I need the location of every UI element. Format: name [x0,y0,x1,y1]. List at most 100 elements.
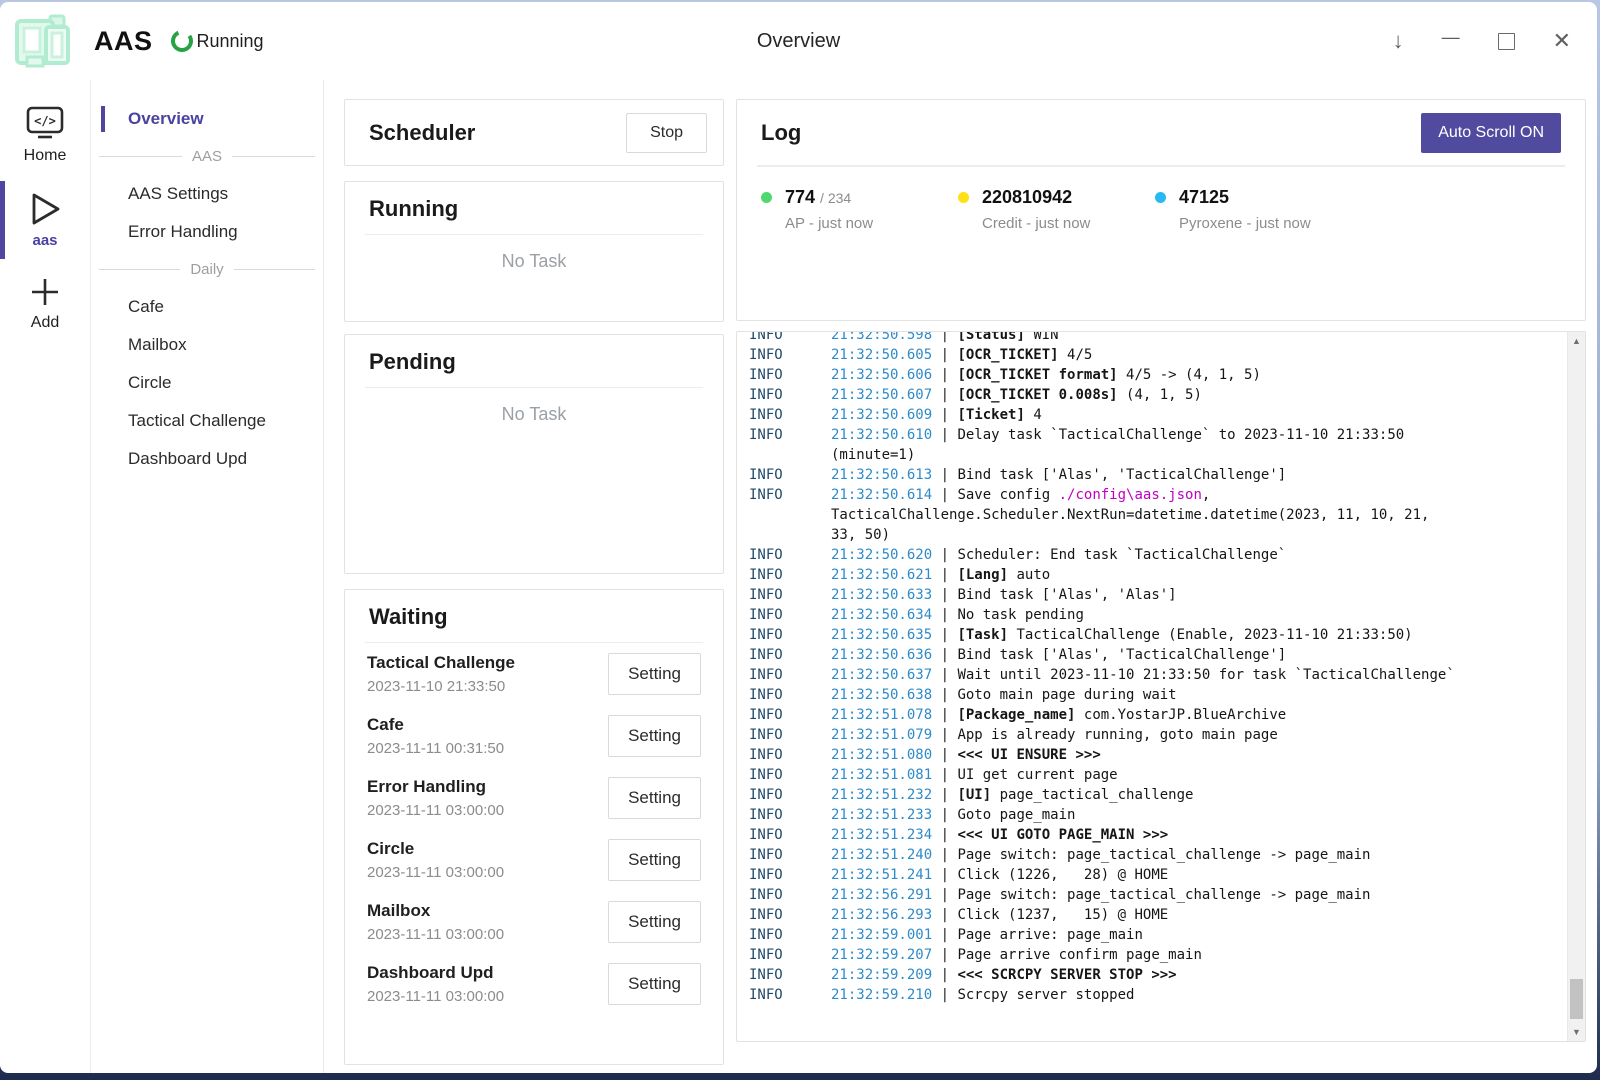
content: Scheduler Stop Running No Task Pending N… [324,80,1597,1073]
download-update-icon[interactable]: ↓ [1393,30,1404,52]
rail-item-aas[interactable]: aas [0,185,90,255]
log-separator: | [932,767,957,783]
log-message: 21:32:59.207 | Page arrive confirm page_… [831,945,1555,965]
scroll-down-icon[interactable]: ▼ [1568,1023,1585,1041]
log-timestamp: 21:32:50.635 [831,627,932,643]
sidebar-item-overview[interactable]: Overview [91,100,323,138]
log-title: Log [761,120,801,146]
log-separator: | [932,967,957,983]
log-line: INFO21:32:50.637 | Wait until 2023-11-10… [749,665,1555,685]
waiting-task-time: 2023-11-11 00:31:50 [367,740,504,757]
setting-button[interactable]: Setting [608,839,701,881]
log-timestamp: 21:32:56.291 [831,887,932,903]
resource-dot-icon [958,192,969,203]
resource-value-row: 220810942 [958,187,1155,208]
setting-button[interactable]: Setting [608,777,701,819]
setting-button[interactable]: Setting [608,963,701,1005]
waiting-task-info: Circle2023-11-11 03:00:00 [367,839,504,881]
log-level: INFO [749,585,831,605]
log-level: INFO [749,331,831,345]
log-separator: | [932,487,957,503]
sidebar-item-circle[interactable]: Circle [91,364,323,402]
sidebar-item-cafe[interactable]: Cafe [91,288,323,326]
log-timestamp: 21:32:51.232 [831,787,932,803]
running-spinner-icon [163,23,199,59]
log-line: INFO21:32:50.613 | Bind task ['Alas', 'T… [749,465,1555,485]
log-separator: | [932,887,957,903]
log-line: 33, 50) [749,525,1555,545]
minimize-icon[interactable]: — [1442,28,1460,46]
sidebar-item-tactical-challenge[interactable]: Tactical Challenge [91,402,323,440]
log-message: 21:32:50.610 | Delay task `TacticalChall… [831,425,1555,445]
log-line: INFO21:32:50.636 | Bind task ['Alas', 'T… [749,645,1555,665]
pending-empty-text: No Task [365,388,703,425]
log-level: INFO [749,685,831,705]
rail-item-home[interactable]: </> Home [0,98,90,171]
resource-value: 47125 [1179,187,1229,208]
log-separator: | [932,867,957,883]
svg-text:</>: </> [34,114,56,128]
log-message: 21:32:50.638 | Goto main page during wai… [831,685,1555,705]
log-timestamp: 21:32:50.606 [831,367,932,383]
log-message: 21:32:50.635 | [Task] TacticalChallenge … [831,625,1555,645]
log-level: INFO [749,645,831,665]
log-column: Log Auto Scroll ON 774/ 234AP - just now… [736,99,1586,1065]
log-timestamp: 21:32:50.621 [831,567,932,583]
log-timestamp: 21:32:50.607 [831,387,932,403]
waiting-task-time: 2023-11-11 03:00:00 [367,926,504,943]
pending-card: Pending No Task [344,334,724,574]
log-separator: | [932,827,957,843]
scrollbar-thumb[interactable] [1570,979,1583,1019]
log-message: (minute=1) [831,445,1555,465]
log-separator: | [932,367,957,383]
maximize-icon[interactable] [1498,33,1515,50]
log-timestamp: 21:32:50.614 [831,487,932,503]
title-bar: AAS Running Overview ↓ — ✕ [0,2,1597,80]
setting-button[interactable]: Setting [608,715,701,757]
log-line: INFO21:32:50.609 | [Ticket] 4 [749,405,1555,425]
setting-button[interactable]: Setting [608,653,701,695]
log-body: INFO21:32:50.598 | [Status] WININFO21:32… [749,331,1555,1005]
log-level: INFO [749,805,831,825]
log-separator: | [932,687,957,703]
waiting-task-info: Cafe2023-11-11 00:31:50 [367,715,504,757]
log-message: 21:32:50.634 | No task pending [831,605,1555,625]
log-timestamp: 21:32:51.079 [831,727,932,743]
log-scrollbar[interactable]: ▲ ▼ [1567,332,1585,1041]
log-level: INFO [749,345,831,365]
log-header-card: Log Auto Scroll ON 774/ 234AP - just now… [736,99,1586,321]
log-timestamp: 21:32:51.240 [831,847,932,863]
log-line: INFO21:32:50.635 | [Task] TacticalChalle… [749,625,1555,645]
log-line: INFO21:32:50.605 | [OCR_TICKET] 4/5 [749,345,1555,365]
resource-value-row: 47125 [1155,187,1352,208]
log-line: TacticalChallenge.Scheduler.NextRun=date… [749,505,1555,525]
log-separator: | [932,647,957,663]
divider-line [99,269,180,270]
log-level: INFO [749,725,831,745]
log-level: INFO [749,565,831,585]
setting-button[interactable]: Setting [608,901,701,943]
log-level: INFO [749,925,831,945]
log-line: INFO21:32:51.232 | [UI] page_tactical_ch… [749,785,1555,805]
sidebar-item-dashboard-upd[interactable]: Dashboard Upd [91,440,323,478]
stop-button[interactable]: Stop [626,113,707,153]
sidebar-item-aas-settings[interactable]: AAS Settings [91,175,323,213]
rail-item-add[interactable]: Add [0,269,90,338]
sidebar-item-mailbox[interactable]: Mailbox [91,326,323,364]
auto-scroll-button[interactable]: Auto Scroll ON [1421,113,1561,153]
resource-label: Pyroxene - just now [1179,215,1352,232]
log-timestamp: 21:32:51.078 [831,707,932,723]
log-message: 21:32:50.636 | Bind task ['Alas', 'Tacti… [831,645,1555,665]
log-level [749,445,831,465]
log-message: 21:32:50.606 | [OCR_TICKET format] 4/5 -… [831,365,1555,385]
sidebar-item-error-handling[interactable]: Error Handling [91,213,323,251]
log-level: INFO [749,485,831,505]
log-timestamp: 21:32:50.609 [831,407,932,423]
waiting-task-name: Circle [367,839,504,859]
log-timestamp: 21:32:50.598 [831,331,932,343]
close-icon[interactable]: ✕ [1553,30,1571,52]
scheduler-title: Scheduler [369,120,475,146]
running-card: Running No Task [344,181,724,322]
scheduler-card: Scheduler Stop [344,99,724,166]
scroll-up-icon[interactable]: ▲ [1568,332,1585,350]
